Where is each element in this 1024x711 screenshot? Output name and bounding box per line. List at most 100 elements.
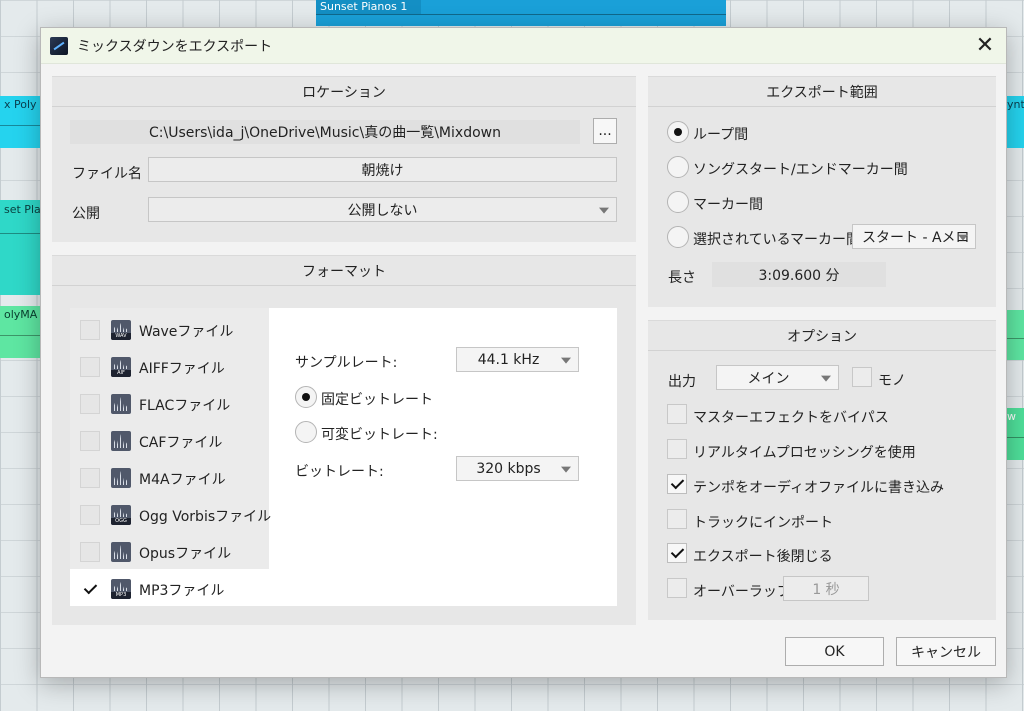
export-range-header: エクスポート範囲 <box>648 77 996 107</box>
format-checkbox[interactable] <box>80 468 100 488</box>
format-checkbox[interactable] <box>80 431 100 451</box>
write-tempo-checkbox[interactable] <box>667 474 687 494</box>
import-track-checkbox[interactable] <box>667 509 687 529</box>
cbr-label: 固定ビットレート <box>321 392 433 408</box>
output-select[interactable]: メイン <box>716 365 839 390</box>
range-selected-marker-radio[interactable] <box>667 226 689 248</box>
mono-checkbox[interactable] <box>852 367 872 387</box>
browse-button[interactable]: ... <box>593 118 617 144</box>
format-label[interactable]: M4Aファイル <box>139 469 226 489</box>
cancel-button[interactable]: キャンセル <box>896 637 996 666</box>
audio-clip-left-3[interactable]: olyMA <box>0 306 40 358</box>
clip-waveform <box>316 14 726 16</box>
clip-title: w <box>1007 410 1016 423</box>
range-loop-label: ループ間 <box>693 127 749 143</box>
filename-label: ファイル名 <box>72 166 142 182</box>
path-field: C:\Users\ida_j\OneDrive\Music\真の曲一覧\Mixd… <box>70 120 580 144</box>
audio-file-icon: MP3 <box>111 579 131 599</box>
range-song-radio[interactable] <box>667 156 689 178</box>
audio-clip-right-1[interactable]: ynt <box>1006 96 1024 148</box>
clip-waveform <box>0 233 40 235</box>
file-type-tag: WAV <box>111 333 131 340</box>
dialog-titlebar[interactable]: ミックスダウンをエクスポート ✕ <box>41 28 1006 64</box>
audio-clip-right-2[interactable] <box>1006 310 1024 360</box>
audio-file-icon: AIF <box>111 357 131 377</box>
chevron-down-icon <box>958 234 968 241</box>
format-header: フォーマット <box>52 256 636 286</box>
audio-clip-right-3[interactable]: w <box>1006 408 1024 460</box>
clip-waveform <box>0 334 40 336</box>
format-checkbox[interactable] <box>80 357 100 377</box>
format-checkbox[interactable] <box>80 394 100 414</box>
range-loop-radio[interactable] <box>667 121 689 143</box>
filename-value: 朝焼け <box>361 162 404 179</box>
format-label[interactable]: AIFFファイル <box>139 358 225 378</box>
format-label[interactable]: Ogg Vorbisファイル <box>139 506 271 526</box>
format-checkbox[interactable] <box>80 542 100 562</box>
audio-file-icon: OGG <box>111 505 131 525</box>
cbr-radio[interactable] <box>295 386 317 408</box>
format-label[interactable]: CAFファイル <box>139 432 222 452</box>
length-label: 長さ <box>668 270 696 286</box>
write-tempo-label: テンポをオーディオファイルに書き込み <box>693 480 945 496</box>
format-checkbox[interactable] <box>80 579 100 599</box>
options-panel: オプション 出力 メイン モノ マスターエフェクトをバイパス リアルタイムプロセ… <box>648 320 996 620</box>
audio-file-icon <box>111 542 131 562</box>
sample-rate-label: サンプルレート: <box>295 355 398 371</box>
format-label[interactable]: Waveファイル <box>139 321 233 341</box>
dialog-title: ミックスダウンをエクスポート <box>77 38 273 55</box>
publish-label: 公開 <box>72 206 100 222</box>
audio-clip-left-2[interactable]: set Pla <box>0 200 40 295</box>
vbr-label: 可変ビットレート: <box>321 427 438 443</box>
clip-waveform <box>0 124 40 126</box>
export-range-panel: エクスポート範囲 ループ間 ソングスタート/エンドマーカー間 マーカー間 選択さ… <box>648 76 996 307</box>
mono-label: モノ <box>878 373 906 389</box>
overlap-input[interactable]: 1 秒 <box>783 576 869 601</box>
bitrate-value: 320 kbps <box>476 460 541 477</box>
output-value: メイン <box>747 370 790 387</box>
clip-title: Sunset Pianos 1 <box>316 0 422 14</box>
format-checkbox[interactable] <box>80 505 100 525</box>
format-label[interactable]: FLACファイル <box>139 395 230 415</box>
close-icon[interactable]: ✕ <box>964 28 1006 64</box>
ok-button[interactable]: OK <box>785 637 884 666</box>
location-panel: ロケーション C:\Users\ida_j\OneDrive\Music\真の曲… <box>52 76 636 242</box>
publish-select[interactable]: 公開しない <box>148 197 617 222</box>
range-marker-radio[interactable] <box>667 191 689 213</box>
chevron-down-icon <box>821 375 831 382</box>
format-label[interactable]: Opusファイル <box>139 543 231 563</box>
sample-rate-select[interactable]: 44.1 kHz <box>456 347 579 372</box>
length-value: 3:09.600 分 <box>758 267 840 284</box>
clip-waveform <box>1006 337 1024 339</box>
file-type-tag: AIF <box>111 370 131 377</box>
sample-rate-value: 44.1 kHz <box>477 351 540 368</box>
clip-title: set Pla <box>4 203 40 216</box>
clip-title: olyMA <box>4 308 38 321</box>
overlap-checkbox[interactable] <box>667 578 687 598</box>
vbr-radio[interactable] <box>295 421 317 443</box>
audio-file-icon <box>111 468 131 488</box>
close-after-checkbox[interactable] <box>667 543 687 563</box>
selected-marker-select[interactable]: スタート - Aメロ <box>852 224 976 249</box>
path-value: C:\Users\ida_j\OneDrive\Music\真の曲一覧\Mixd… <box>149 125 501 141</box>
bypass-master-checkbox[interactable] <box>667 404 687 424</box>
publish-value: 公開しない <box>347 202 418 219</box>
app-icon <box>50 36 68 55</box>
length-field: 3:09.600 分 <box>712 262 886 287</box>
audio-file-icon: WAV <box>111 320 131 340</box>
bitrate-select[interactable]: 320 kbps <box>456 456 579 481</box>
format-label[interactable]: MP3ファイル <box>139 580 224 600</box>
close-after-label: エクスポート後閉じる <box>693 549 833 565</box>
format-checkbox[interactable] <box>80 320 100 340</box>
audio-clip-sunset-pianos[interactable]: Sunset Pianos 1 <box>316 0 726 26</box>
audio-clip-left-1[interactable]: x Poly <box>0 96 40 148</box>
location-header: ロケーション <box>52 77 636 107</box>
file-type-tag: MP3 <box>111 592 131 599</box>
realtime-checkbox[interactable] <box>667 439 687 459</box>
audio-file-icon <box>111 431 131 451</box>
bypass-master-label: マスターエフェクトをバイパス <box>693 410 889 426</box>
export-mixdown-dialog: ミックスダウンをエクスポート ✕ ロケーション C:\Users\ida_j\O… <box>40 27 1007 678</box>
selected-marker-value: スタート - Aメロ <box>862 229 970 246</box>
clip-title: ynt <box>1007 98 1024 111</box>
filename-input[interactable]: 朝焼け <box>148 157 617 182</box>
